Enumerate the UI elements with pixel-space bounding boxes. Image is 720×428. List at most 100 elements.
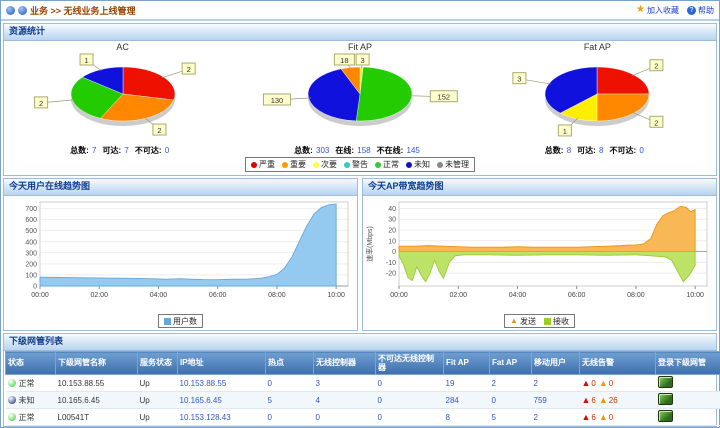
ap-bandwidth-trend-chart[interactable]: -20-1001020304000:0002:0004:0006:0008:00… [363,196,715,308]
mobile-user-cell[interactable]: 2 [532,375,580,392]
fat-ap-cell[interactable]: 5 [490,409,532,426]
svg-text:02:00: 02:00 [449,292,467,299]
ip-address-cell[interactable]: 10.153.88.55 [178,375,266,392]
status-cell: 正常 [6,409,56,426]
star-icon: ★ [636,5,645,15]
unreachable-wc-cell[interactable]: 0 [376,375,444,392]
legend-dot [437,162,443,168]
service-status-cell: Up [138,392,178,409]
status-ball-icon [8,396,16,404]
col-header-下级网管名称[interactable]: 下级网管名称 [56,352,138,375]
col-header-不可达无线控制器[interactable]: 不可达无线控制器 [376,352,444,375]
wireless-controller-cell[interactable]: 0 [314,409,376,426]
pie-stat-总数: 8 [567,146,571,155]
fit-ap-cell[interactable]: 8 [444,409,490,426]
nms-list-panel: 下级网管列表 状态下级网管名称服务状态IP地址热点无线控制器不可达无线控制器Fi… [3,333,717,427]
svg-text:04:00: 04:00 [509,292,527,299]
resource-stats-header: 资源统计 [4,24,716,41]
svg-text:30: 30 [388,217,396,224]
col-header-IP地址[interactable]: IP地址 [178,352,266,375]
col-header-登录下级网管[interactable]: 登录下级网管 [656,352,720,375]
svg-text:10:00: 10:00 [686,292,704,299]
nms-name-cell[interactable]: 10.165.6.45 [56,392,138,409]
login-nms-icon[interactable] [658,410,673,422]
col-header-Fat AP[interactable]: Fat AP [490,352,532,375]
svg-text:速率(Mbps): 速率(Mbps) [365,226,374,262]
major-alarm-icon: ▲ [599,412,608,422]
fat-ap-cell[interactable]: 2 [490,375,532,392]
mobile-user-cell[interactable]: 2 [532,409,580,426]
ac-pie-chart[interactable]: 2221 [8,52,238,142]
nms-name-cell[interactable]: 10.153.88.55 [56,375,138,392]
svg-text:400: 400 [25,239,37,246]
col-header-状态[interactable]: 状态 [6,352,56,375]
top-bar: 业务 >> 无线业务上线管理 ★ 加入收藏 ? 帮助 [1,1,719,21]
app-logo-icon [6,6,15,15]
svg-text:600: 600 [25,217,37,224]
col-header-无线告警[interactable]: 无线告警 [580,352,656,375]
svg-text:-20: -20 [386,271,396,278]
svg-text:152: 152 [438,93,451,102]
col-header-移动用户[interactable]: 移动用户 [532,352,580,375]
ap-trend-header: 今天AP带宽趋势图 [363,179,716,196]
col-header-服务状态[interactable]: 服务状态 [138,352,178,375]
hotspot-cell[interactable]: 5 [266,392,314,409]
login-nms-cell[interactable] [656,409,720,426]
hotspot-cell[interactable]: 0 [266,375,314,392]
unreachable-wc-cell[interactable]: 0 [376,392,444,409]
svg-text:200: 200 [25,261,37,268]
hotspot-cell[interactable]: 0 [266,409,314,426]
pie-stat-可达: 8 [599,146,603,155]
critical-alarm-icon: ▲ [582,412,591,422]
chart-legend-item-接收: 接收 [544,316,569,327]
wireless-alarm-cell[interactable]: ▲6▲0 [580,409,656,426]
col-header-热点[interactable]: 热点 [266,352,314,375]
legend-item-严重: 严重 [251,159,275,170]
user-online-trend-chart[interactable]: 010020030040050060070000:0002:0004:0006:… [4,196,356,308]
svg-text:100: 100 [25,272,37,279]
svg-text:-10: -10 [386,260,396,267]
col-header-Fit AP[interactable]: Fit AP [444,352,490,375]
col-header-无线控制器[interactable]: 无线控制器 [314,352,376,375]
nms-name-cell[interactable]: L00541T [56,409,138,426]
fat-ap-cell[interactable]: 0 [490,392,532,409]
legend-item-未知: 未知 [406,159,430,170]
major-alarm-icon: ▲ [599,395,608,405]
svg-text:10:00: 10:00 [327,292,345,299]
pie-stat-不可达: 0 [639,146,643,155]
help-icon: ? [687,6,696,15]
ip-address-cell[interactable]: 10.165.6.45 [178,392,266,409]
fit-ap-cell[interactable]: 284 [444,392,490,409]
svg-text:2: 2 [157,126,161,135]
user-trend-legend: 用户数 [158,314,203,328]
svg-text:00:00: 00:00 [390,292,408,299]
add-favorite-link[interactable]: ★ 加入收藏 [636,5,679,16]
nms-table-header-row: 状态下级网管名称服务状态IP地址热点无线控制器不可达无线控制器Fit APFat… [6,352,720,375]
fit-ap-pie-title: Fit AP [241,42,478,52]
user-trend-header: 今天用户在线趋势图 [4,179,357,196]
wireless-alarm-cell[interactable]: ▲6▲26 [580,392,656,409]
legend-item-未管理: 未管理 [437,159,469,170]
svg-text:2: 2 [186,65,190,74]
mobile-user-cell[interactable]: 759 [532,392,580,409]
login-nms-icon[interactable] [658,376,673,388]
ip-address-cell[interactable]: 10.153.128.43 [178,409,266,426]
unreachable-wc-cell[interactable]: 0 [376,409,444,426]
square-marker-icon [164,318,171,325]
svg-text:2: 2 [655,118,659,127]
fit-ap-cell[interactable]: 19 [444,375,490,392]
status-ball-icon [8,379,16,387]
pie-stat-可达: 7 [124,146,128,155]
wireless-controller-cell[interactable]: 4 [314,392,376,409]
pie-stat-不可达: 0 [165,146,169,155]
svg-text:3: 3 [518,75,522,84]
wireless-alarm-cell[interactable]: ▲0▲0 [580,375,656,392]
legend-item-次要: 次要 [313,159,337,170]
help-link[interactable]: ? 帮助 [687,5,714,16]
fit-ap-pie-chart[interactable]: 315213018 [245,52,475,142]
wireless-controller-cell[interactable]: 3 [314,375,376,392]
fat-ap-pie-chart[interactable]: 2213 [482,52,712,142]
login-nms-icon[interactable] [658,393,673,405]
login-nms-cell[interactable] [656,375,720,392]
login-nms-cell[interactable] [656,392,720,409]
